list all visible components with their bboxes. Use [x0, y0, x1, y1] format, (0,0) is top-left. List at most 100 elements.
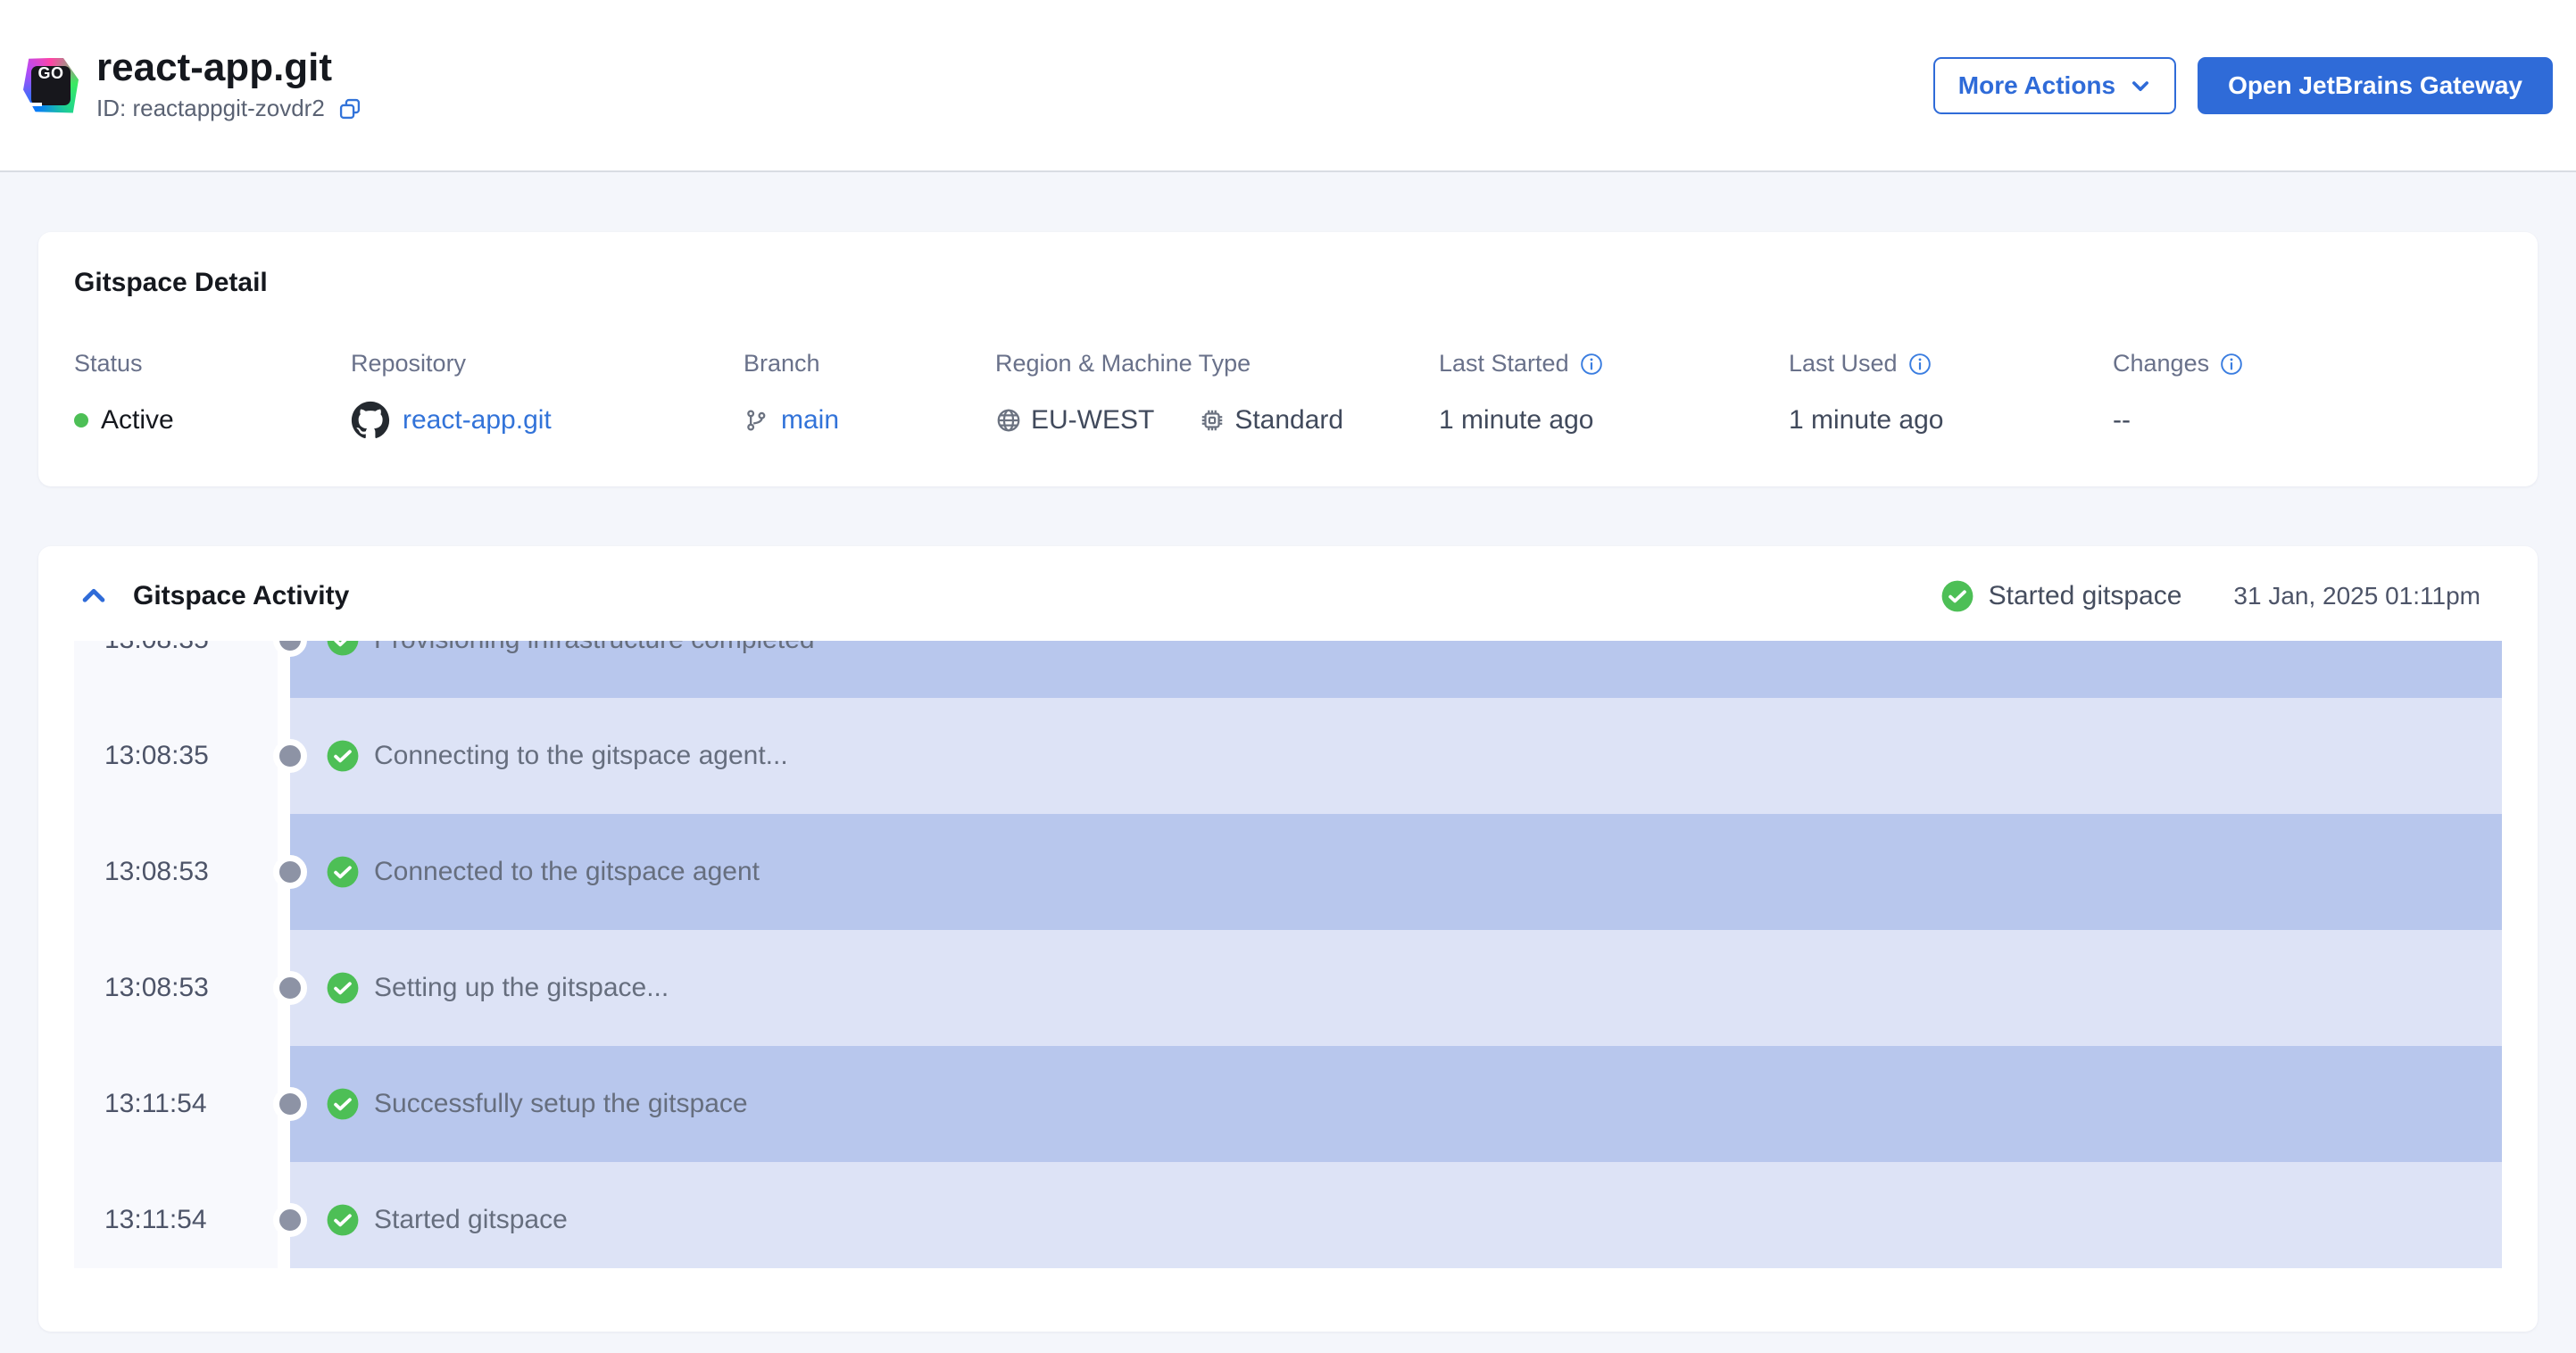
- log-time: 13:11:54: [74, 1046, 278, 1162]
- field-region-machine: Region & Machine Type EU-WEST Standard: [995, 350, 1439, 440]
- log-time: 13:08:35: [74, 641, 278, 698]
- gitspace-detail-page: GO react-app.git ID: reactappgit-zovdr2: [0, 0, 2576, 1353]
- activity-status: Started gitspace 31 Jan, 2025 01:11pm: [1940, 579, 2480, 613]
- activity-header: Gitspace Activity Started gitspace 31 Ja…: [38, 575, 2538, 618]
- log-row: 13:08:35 Provisioning infrastructure com…: [74, 641, 2502, 698]
- page-title: react-app.git: [96, 46, 333, 89]
- machine-pair: Standard: [1199, 405, 1343, 436]
- last-started-label: Last Started: [1439, 350, 1789, 378]
- check-circle-icon: [326, 1203, 360, 1237]
- field-status: Status Active: [74, 350, 351, 440]
- activity-status-label: Started gitspace: [1988, 581, 2182, 610]
- repository-link[interactable]: react-app.git: [403, 405, 552, 436]
- title-block: react-app.git ID: reactappgit-zovdr2: [96, 48, 362, 122]
- timeline-dot: [273, 739, 307, 773]
- log-time: 13:11:54: [74, 1162, 278, 1268]
- log-message-cell: Connected to the gitspace agent: [273, 814, 2502, 930]
- log-row: 13:11:54 Started gitspace: [74, 1162, 2502, 1268]
- field-repository: Repository react-app.git: [351, 350, 744, 440]
- field-branch: Branch main: [744, 350, 995, 440]
- status-label: Status: [74, 350, 143, 377]
- github-icon: [351, 401, 390, 440]
- git-branch-icon: [744, 408, 769, 433]
- activity-log-viewport[interactable]: 13:08:35 Provisioning infrastructure com…: [74, 641, 2502, 1268]
- log-time: 13:08:53: [74, 814, 278, 930]
- field-last-used: Last Used 1 minute ago: [1789, 350, 2113, 440]
- copy-icon[interactable]: [337, 96, 362, 121]
- check-circle-icon: [326, 855, 360, 889]
- check-circle-icon: [326, 641, 360, 657]
- chevron-up-icon: [79, 581, 109, 611]
- last-used-value: 1 minute ago: [1789, 405, 1944, 435]
- log-message-cell: Setting up the gitspace...: [273, 930, 2502, 1046]
- last-started-label-text: Last Started: [1439, 350, 1569, 377]
- info-icon[interactable]: [1908, 353, 1932, 376]
- header-bar: GO react-app.git ID: reactappgit-zovdr2: [0, 0, 2576, 172]
- region-pair: EU-WEST: [995, 405, 1154, 436]
- log-message: Connecting to the gitspace agent...: [374, 741, 788, 770]
- check-circle-icon: [1940, 579, 1974, 613]
- globe-icon: [995, 407, 1022, 434]
- gitspace-activity-card: Gitspace Activity Started gitspace 31 Ja…: [38, 546, 2538, 1332]
- goland-logo-underscore: [30, 102, 42, 106]
- changes-value: --: [2113, 405, 2131, 435]
- last-used-label-text: Last Used: [1789, 350, 1898, 377]
- open-gateway-label: Open JetBrains Gateway: [2228, 71, 2522, 99]
- log-row: 13:11:54 Successfully setup the gitspace: [74, 1046, 2502, 1162]
- goland-logo-text: GO: [37, 63, 64, 82]
- more-actions-button[interactable]: More Actions: [1932, 56, 2177, 114]
- changes-label-text: Changes: [2113, 350, 2210, 377]
- status-dot: [74, 413, 88, 427]
- header-actions: More Actions Open JetBrains Gateway: [1932, 56, 2553, 114]
- activity-log-list: 13:08:35 Provisioning infrastructure com…: [74, 641, 2502, 1268]
- log-message: Started gitspace: [374, 1205, 568, 1234]
- log-message-cell: Started gitspace: [273, 1162, 2502, 1268]
- info-icon[interactable]: [1580, 353, 1603, 376]
- collapse-activity-button[interactable]: [76, 578, 112, 614]
- last-started-value: 1 minute ago: [1439, 405, 1594, 435]
- cpu-chip-icon: [1199, 407, 1226, 434]
- log-message: Provisioning infrastructure completed: [374, 641, 815, 655]
- detail-fields: Status Active Repository react-app.git B…: [74, 350, 2502, 440]
- gitspace-detail-card: Gitspace Detail Status Active Repository: [38, 232, 2538, 486]
- timeline-dot: [273, 1087, 307, 1121]
- open-jetbrains-gateway-button[interactable]: Open JetBrains Gateway: [2198, 56, 2553, 114]
- info-icon[interactable]: [2220, 353, 2243, 376]
- gitspace-id: ID: reactappgit-zovdr2: [96, 95, 325, 121]
- log-time: 13:08:53: [74, 930, 278, 1046]
- gitspace-id-row: ID: reactappgit-zovdr2: [96, 95, 362, 122]
- region-machine-label: Region & Machine Type: [995, 350, 1251, 377]
- branch-label: Branch: [744, 350, 820, 377]
- check-circle-icon: [326, 739, 360, 773]
- check-circle-icon: [326, 1087, 360, 1121]
- region-machine-value: EU-WEST Standard: [995, 401, 1439, 440]
- status-text: Active: [101, 405, 174, 435]
- log-message: Connected to the gitspace agent: [374, 857, 760, 886]
- timeline-dot: [273, 971, 307, 1005]
- log-message-cell: Provisioning infrastructure completed: [273, 641, 2502, 698]
- log-row: 13:08:53 Connected to the gitspace agent: [74, 814, 2502, 930]
- branch-value: main: [744, 401, 995, 440]
- activity-title: Gitspace Activity: [133, 581, 350, 610]
- branch-link[interactable]: main: [781, 405, 839, 436]
- chevron-down-icon: [2130, 75, 2151, 96]
- last-used-label: Last Used: [1789, 350, 2113, 378]
- repository-label: Repository: [351, 350, 467, 377]
- timeline-dot: [273, 1203, 307, 1237]
- changes-label: Changes: [2113, 350, 2502, 378]
- log-time: 13:08:35: [74, 698, 278, 814]
- detail-card-title: Gitspace Detail: [74, 268, 268, 297]
- activity-timestamp: 31 Jan, 2025 01:11pm: [2233, 582, 2480, 610]
- repository-value: react-app.git: [351, 401, 744, 440]
- field-changes: Changes --: [2113, 350, 2502, 440]
- log-message: Setting up the gitspace...: [374, 973, 669, 1002]
- log-row: 13:08:53 Setting up the gitspace...: [74, 930, 2502, 1046]
- log-message: Successfully setup the gitspace: [374, 1089, 748, 1118]
- status-value: Active: [74, 401, 351, 440]
- field-last-started: Last Started 1 minute ago: [1439, 350, 1789, 440]
- region-value: EU-WEST: [1031, 405, 1155, 435]
- log-message-cell: Successfully setup the gitspace: [273, 1046, 2502, 1162]
- log-row: 13:08:35 Connecting to the gitspace agen…: [74, 698, 2502, 814]
- check-circle-icon: [326, 971, 360, 1005]
- timeline-dot: [273, 855, 307, 889]
